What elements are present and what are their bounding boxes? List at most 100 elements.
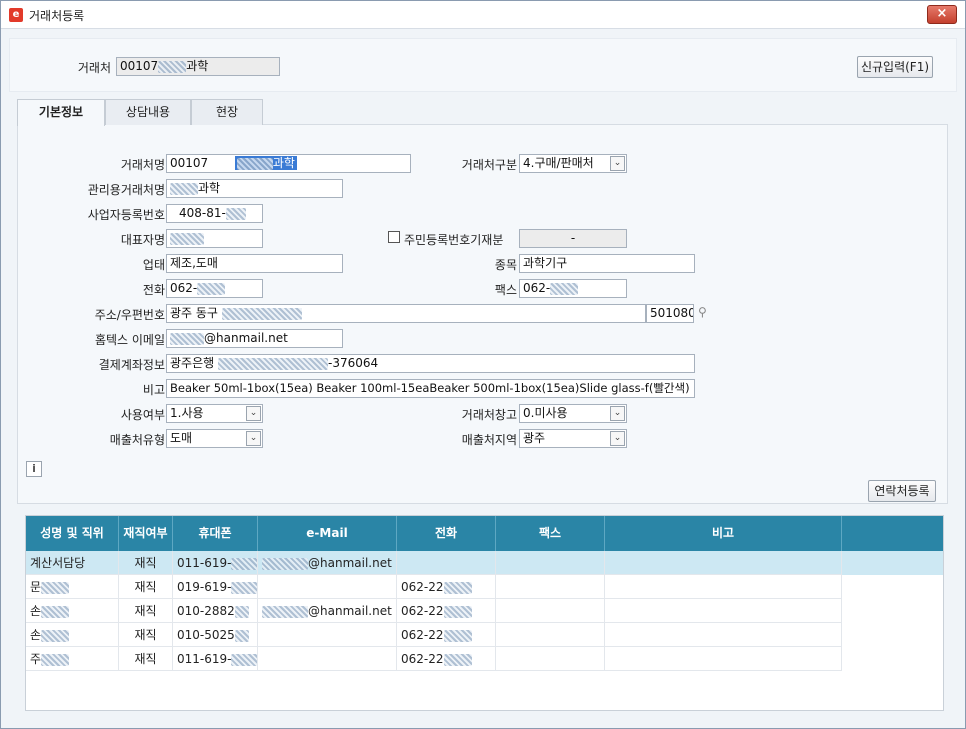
- phone-field[interactable]: 062-: [166, 279, 263, 298]
- table-row[interactable]: 문 재직 019-619- 062-22: [26, 575, 943, 599]
- client-code-field: 00107 과학: [116, 57, 280, 76]
- business-item-label: 종목: [494, 258, 517, 272]
- close-button[interactable]: ×: [927, 5, 957, 24]
- cell-note: [605, 551, 842, 575]
- cell-mobile: 011-619-: [173, 551, 258, 575]
- cell-name: 주: [26, 647, 119, 671]
- business-type-label: 업태: [142, 258, 165, 272]
- cell-mobile: 011-619-: [173, 647, 258, 671]
- chevron-down-icon: ⌄: [610, 156, 625, 171]
- contact-register-button[interactable]: 연락처등록: [868, 480, 936, 502]
- address-field[interactable]: 광주 동구: [166, 304, 646, 323]
- warehouse-select[interactable]: 0.미사용 ⌄: [519, 404, 627, 423]
- app-logo-icon: e: [9, 8, 23, 22]
- rep-name-label: 대표자명: [120, 233, 165, 247]
- category-label: 거래처구분: [461, 158, 517, 172]
- masked-text: [41, 629, 70, 642]
- col-name[interactable]: 성명 및 직위: [26, 516, 119, 551]
- category-select[interactable]: 4.구매/판매처 ⌄: [519, 154, 627, 173]
- col-note[interactable]: 비고: [605, 516, 842, 551]
- business-item-field[interactable]: 과학기구: [519, 254, 695, 273]
- masked-text: [41, 653, 70, 666]
- tab-basic-info[interactable]: 기본정보: [17, 99, 105, 126]
- zip-field[interactable]: 501080: [646, 304, 694, 323]
- table-row[interactable]: 계산서담당 재직 011-619- @hanmail.net: [26, 551, 943, 575]
- cell-mobile: 010-5025: [173, 623, 258, 647]
- biz-no-field[interactable]: 408-81-: [166, 204, 263, 223]
- sales-type-select[interactable]: 도매 ⌄: [166, 429, 263, 448]
- search-icon[interactable]: ⚲: [698, 305, 707, 319]
- col-mobile[interactable]: 휴대폰: [173, 516, 258, 551]
- masked-text: [170, 232, 204, 245]
- masked-text: [231, 557, 257, 570]
- cell-phone: 062-22: [397, 575, 496, 599]
- cell-email: [258, 623, 397, 647]
- rrn-label: 주민등록번호기재분: [404, 233, 504, 247]
- table-row[interactable]: 손 재직 010-2882 @hanmail.net 062-22: [26, 599, 943, 623]
- masked-text: [443, 629, 472, 642]
- col-extra: [842, 516, 943, 551]
- use-label: 사용여부: [120, 408, 165, 422]
- rep-name-field[interactable]: [166, 229, 263, 248]
- table-row[interactable]: 주 재직 011-619- 062-22: [26, 647, 943, 671]
- cell-name: 계산서담당: [26, 551, 119, 575]
- cell-name: 손: [26, 599, 119, 623]
- tab-consultation[interactable]: 상담내용: [105, 99, 191, 125]
- chevron-down-icon: ⌄: [610, 406, 625, 421]
- masked-text: [41, 581, 70, 594]
- cell-phone: [397, 551, 496, 575]
- masked-text: [231, 653, 257, 666]
- masked-text: [262, 557, 308, 570]
- sales-region-select[interactable]: 광주 ⌄: [519, 429, 627, 448]
- business-type-field[interactable]: 제조,도매: [166, 254, 343, 273]
- masked-text: [443, 605, 472, 618]
- rrn-checkbox[interactable]: [388, 231, 400, 243]
- window-title: 거래처등록: [29, 9, 85, 23]
- masked-text: [234, 605, 249, 618]
- masked-text: [236, 157, 273, 170]
- col-email[interactable]: e-Mail: [258, 516, 397, 551]
- tab-site[interactable]: 현장: [191, 99, 263, 125]
- cell-note: [605, 575, 842, 599]
- account-label: 결제계좌정보: [98, 358, 165, 372]
- cell-phone: 062-22: [397, 599, 496, 623]
- cell-status: 재직: [119, 575, 173, 599]
- name-field[interactable]: 00107 과학: [166, 154, 411, 173]
- cell-fax: [496, 647, 605, 671]
- masked-text: [197, 282, 226, 295]
- masked-text: [443, 653, 472, 666]
- mgmt-name-field[interactable]: 과학: [166, 179, 343, 198]
- cell-fax: [496, 575, 605, 599]
- rrn-field: -: [519, 229, 627, 248]
- account-field[interactable]: 광주은행 -376064: [166, 354, 695, 373]
- email-field[interactable]: @hanmail.net: [166, 329, 343, 348]
- cell-fax: [496, 623, 605, 647]
- masked-text: [41, 605, 70, 618]
- chevron-down-icon: ⌄: [610, 431, 625, 446]
- col-phone[interactable]: 전화: [397, 516, 496, 551]
- masked-text: [170, 332, 204, 345]
- col-fax[interactable]: 팩스: [496, 516, 605, 551]
- cell-email: @hanmail.net: [258, 599, 397, 623]
- cell-mobile: 019-619-: [173, 575, 258, 599]
- cell-phone: 062-22: [397, 623, 496, 647]
- chevron-down-icon: ⌄: [246, 431, 261, 446]
- client-registration-window: e 거래처등록 × 거래처 00107 과학 신규입력(F1) 기본정보 상담내용…: [0, 0, 966, 729]
- cell-email: [258, 575, 397, 599]
- masked-text: [550, 282, 579, 295]
- cell-note: [605, 623, 842, 647]
- cell-mobile: 010-2882: [173, 599, 258, 623]
- masked-text: [234, 629, 249, 642]
- address-label: 주소/우편번호: [94, 308, 165, 322]
- fax-label: 팩스: [494, 283, 517, 297]
- table-row[interactable]: 손 재직 010-5025 062-22: [26, 623, 943, 647]
- fax-field[interactable]: 062-: [519, 279, 627, 298]
- info-icon[interactable]: i: [26, 461, 42, 477]
- masked-text: [170, 182, 198, 195]
- new-entry-button[interactable]: 신규입력(F1): [857, 56, 933, 78]
- use-select[interactable]: 1.사용 ⌄: [166, 404, 263, 423]
- col-status[interactable]: 재직여부: [119, 516, 173, 551]
- contacts-grid: 성명 및 직위 재직여부 휴대폰 e-Mail 전화 팩스 비고 계산서담당 재…: [25, 515, 944, 711]
- note-field[interactable]: Beaker 50ml-1box(15ea) Beaker 100ml-15ea…: [166, 379, 695, 398]
- note-label: 비고: [142, 383, 165, 397]
